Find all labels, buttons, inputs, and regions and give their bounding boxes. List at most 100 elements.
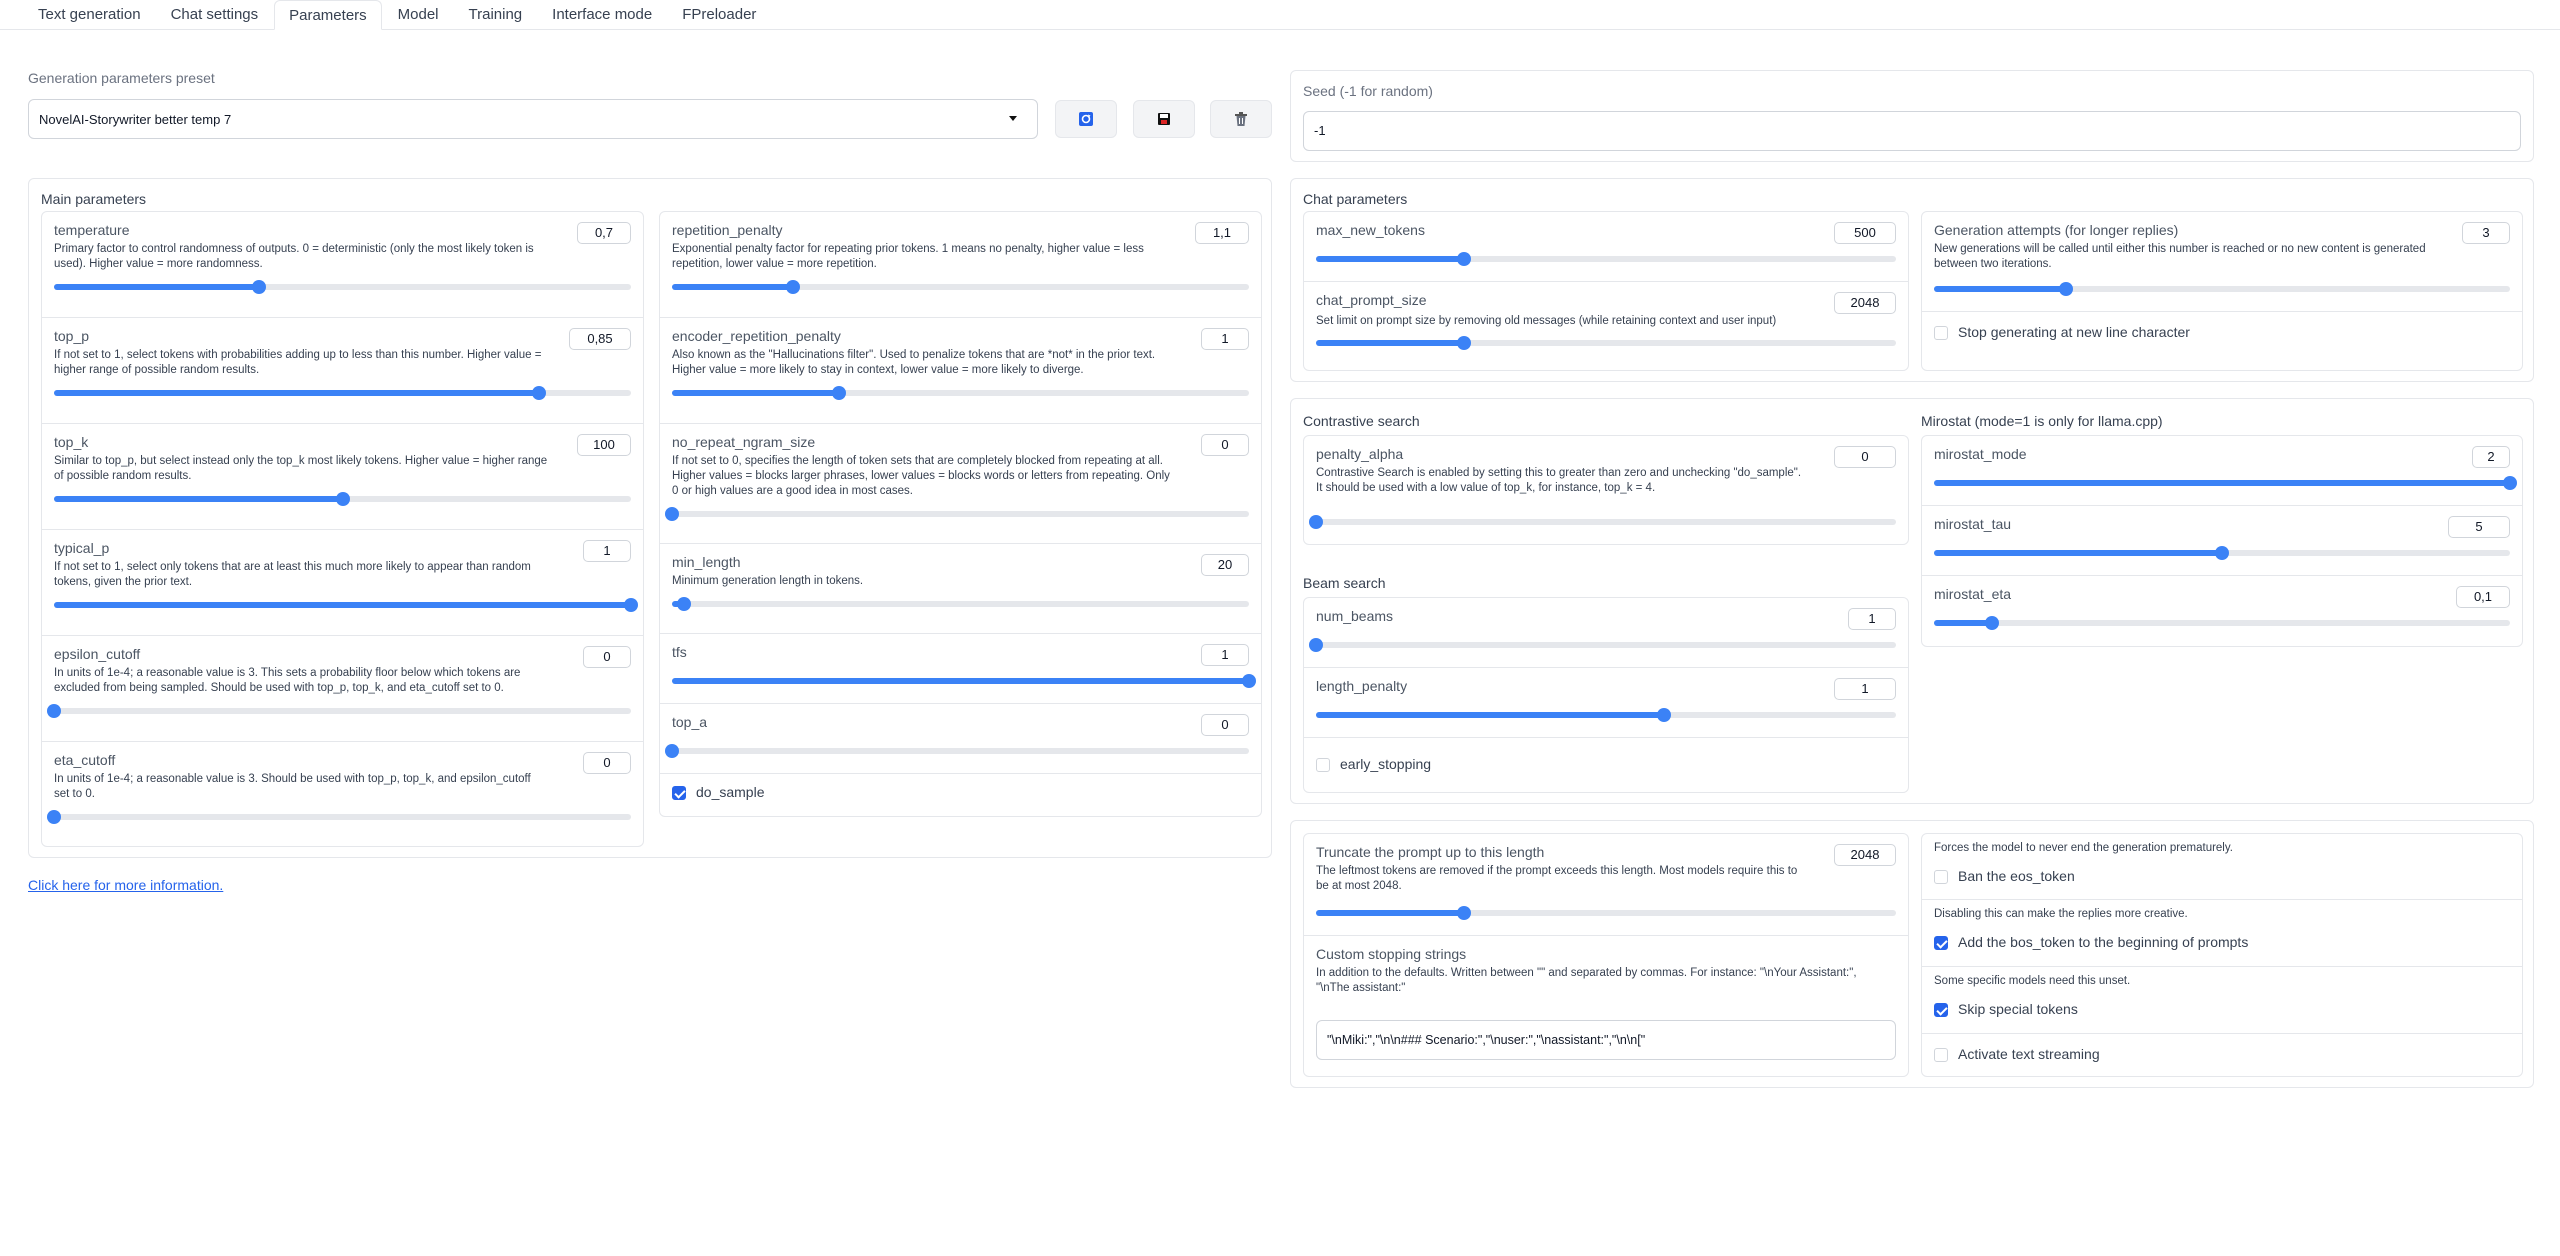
mirostat-eta-input[interactable]: 0,1 bbox=[2456, 586, 2510, 608]
repetition-penalty-row: repetition_penalty 1,1 Exponential penalty… bbox=[660, 212, 1261, 318]
chat-parameters-title: Chat parameters bbox=[1303, 191, 1408, 207]
no-repeat-ngram-size-slider[interactable] bbox=[665, 507, 1249, 521]
stopping-strings-input[interactable]: "\nMiki:","\n\n### Scenario:","\nuser:",… bbox=[1316, 1020, 1896, 1060]
temperature-slider[interactable] bbox=[54, 280, 631, 294]
mirostat-eta-slider[interactable] bbox=[1934, 616, 2510, 630]
eta-cutoff-row: eta_cutoff 0 In units of 1e-4; a reasonabl… bbox=[42, 742, 643, 848]
num-beams-slider[interactable] bbox=[1309, 638, 1896, 652]
length-penalty-input[interactable]: 1 bbox=[1834, 678, 1896, 700]
repetition-penalty-label: repetition_penalty bbox=[672, 222, 783, 238]
option-ban-the-eos-token-info: Forces the model to never end the genera… bbox=[1934, 842, 2233, 854]
encoder-repetition-penalty-input[interactable]: 1 bbox=[1201, 328, 1249, 350]
preset-dropdown[interactable]: NovelAI-Storywriter better temp 7 bbox=[28, 99, 1038, 139]
min-length-input[interactable]: 20 bbox=[1201, 554, 1249, 576]
typical-p-slider[interactable] bbox=[54, 598, 638, 612]
contrastive-box: penalty_alpha 0 Contrastive Search is en… bbox=[1303, 435, 1909, 545]
max-new-tokens-slider[interactable] bbox=[1316, 252, 1896, 266]
early-stopping-checkbox[interactable] bbox=[1316, 758, 1330, 772]
typical-p-input[interactable]: 1 bbox=[583, 540, 631, 562]
penalty-alpha-slider[interactable] bbox=[1309, 515, 1896, 529]
chat-prompt-size-label: chat_prompt_size bbox=[1316, 292, 1427, 308]
seed-input[interactable]: -1 bbox=[1303, 111, 2521, 151]
stopping-desc: In addition to the defaults. Written bet… bbox=[1316, 967, 1857, 994]
no-repeat-ngram-size-input[interactable]: 0 bbox=[1201, 434, 1249, 456]
max-new-tokens-row: max_new_tokens 500 bbox=[1304, 212, 1908, 282]
min-length-row: min_length 20 Minimum generation length in… bbox=[660, 544, 1261, 634]
repetition-penalty-desc: Exponential penalty factor for repeating… bbox=[672, 243, 1144, 270]
delete-button[interactable] bbox=[1210, 100, 1272, 138]
penalty-alpha-input[interactable]: 0 bbox=[1834, 446, 1896, 468]
save-button[interactable] bbox=[1133, 100, 1195, 138]
mirostat-tau-input[interactable]: 5 bbox=[2448, 516, 2510, 538]
activate-text-streaming-checkbox[interactable] bbox=[1934, 1048, 1948, 1062]
option-add-the-bos-token-to-the-beginning-of-prompts-info: Disabling this can make the replies more… bbox=[1934, 908, 2188, 920]
top-k-slider[interactable] bbox=[54, 492, 631, 506]
add-the-bos-token-to-the-beginning-of-prompts-checkbox[interactable] bbox=[1934, 936, 1948, 950]
top-p-row: top_p 0,85 If not set to 1, select tokens … bbox=[42, 318, 643, 424]
tab-interface-mode[interactable]: Interface mode bbox=[538, 0, 666, 29]
chat-prompt-size-slider[interactable] bbox=[1316, 336, 1896, 350]
eta-cutoff-label: eta_cutoff bbox=[54, 752, 116, 768]
tfs-slider[interactable] bbox=[672, 674, 1256, 688]
mirostat-tau-slider[interactable] bbox=[1934, 546, 2510, 560]
refresh-button[interactable] bbox=[1055, 100, 1117, 138]
max-new-tokens-input[interactable]: 500 bbox=[1834, 222, 1896, 244]
eta-cutoff-slider[interactable] bbox=[47, 810, 631, 824]
encoder-repetition-penalty-slider[interactable] bbox=[672, 386, 1249, 400]
num-beams-input[interactable]: 1 bbox=[1848, 608, 1896, 630]
top-k-input[interactable]: 100 bbox=[577, 434, 631, 456]
epsilon-cutoff-input[interactable]: 0 bbox=[583, 646, 631, 668]
truncate-input[interactable]: 2048 bbox=[1834, 844, 1896, 866]
temperature-desc: Primary factor to control randomness of … bbox=[54, 243, 534, 270]
repetition-penalty-slider[interactable] bbox=[672, 280, 1249, 294]
mirostat-box: mirostat_mode 2 mirostat_tau 5 mirostat_… bbox=[1921, 435, 2523, 647]
mirostat-mode-slider[interactable] bbox=[1934, 476, 2517, 490]
mirostat-mode-input[interactable]: 2 bbox=[2472, 446, 2510, 468]
chat-prompt-size-input[interactable]: 2048 bbox=[1834, 292, 1896, 314]
tab-fpreloader[interactable]: FPreloader bbox=[668, 0, 770, 29]
chat-params-right: Generation attempts (for longer replies)… bbox=[1921, 211, 2523, 371]
no-repeat-ngram-size-row: no_repeat_ngram_size 0 If not set to 0, sp… bbox=[660, 424, 1261, 544]
tab-training[interactable]: Training bbox=[455, 0, 537, 29]
top-p-input[interactable]: 0,85 bbox=[569, 328, 631, 350]
generation-attempts-input[interactable]: 3 bbox=[2462, 222, 2510, 244]
length-penalty-slider[interactable] bbox=[1316, 708, 1896, 722]
mirostat-eta-row: mirostat_eta 0,1 bbox=[1922, 576, 2522, 648]
beam-title: Beam search bbox=[1303, 575, 1386, 591]
generation-attempts-slider[interactable] bbox=[1934, 282, 2510, 296]
truncate-slider[interactable] bbox=[1316, 906, 1896, 920]
top-a-slider[interactable] bbox=[665, 744, 1249, 758]
stop-newline-label: Stop generating at new line character bbox=[1958, 324, 2190, 340]
min-length-slider[interactable] bbox=[672, 597, 1249, 611]
top-a-input[interactable]: 0 bbox=[1201, 714, 1249, 736]
eta-cutoff-input[interactable]: 0 bbox=[583, 752, 631, 774]
epsilon-cutoff-slider[interactable] bbox=[47, 704, 631, 718]
top-p-slider[interactable] bbox=[54, 386, 631, 400]
mirostat-tau-row: mirostat_tau 5 bbox=[1922, 506, 2522, 576]
main-params-left: temperature 0,7 Primary factor to control … bbox=[41, 211, 644, 847]
truncate-label: Truncate the prompt up to this length bbox=[1316, 844, 1545, 860]
tab-text-generation[interactable]: Text generation bbox=[24, 0, 155, 29]
skip-special-tokens-checkbox[interactable] bbox=[1934, 1003, 1948, 1017]
prompt-box: Truncate the prompt up to this length 20… bbox=[1303, 833, 1909, 1077]
typical-p-row: typical_p 1 If not set to 1, select only t… bbox=[42, 530, 643, 636]
preset-value: NovelAI-Storywriter better temp 7 bbox=[39, 112, 232, 127]
tab-model[interactable]: Model bbox=[384, 0, 453, 29]
sampling-panel: Contrastive search penalty_alpha 0 Contr… bbox=[1290, 398, 2534, 804]
do-sample-checkbox[interactable] bbox=[672, 786, 686, 800]
main-params-right: repetition_penalty 1,1 Exponential penalty… bbox=[659, 211, 1262, 817]
tab-parameters[interactable]: Parameters bbox=[274, 0, 382, 30]
top-p-label: top_p bbox=[54, 328, 90, 344]
temperature-input[interactable]: 0,7 bbox=[577, 222, 631, 244]
more-info-link[interactable]: Click here for more information. bbox=[28, 877, 223, 893]
ban-the-eos-token-checkbox[interactable] bbox=[1934, 870, 1948, 884]
top-k-row: top_k 100 Similar to top_p, but select ins… bbox=[42, 424, 643, 530]
no-repeat-ngram-size-desc: If not set to 0, specifies the length of… bbox=[672, 455, 1170, 497]
refresh-icon bbox=[1079, 112, 1093, 126]
stop-newline-checkbox[interactable] bbox=[1934, 326, 1948, 340]
tfs-input[interactable]: 1 bbox=[1201, 644, 1249, 666]
stopping-label: Custom stopping strings bbox=[1316, 946, 1467, 962]
repetition-penalty-input[interactable]: 1,1 bbox=[1195, 222, 1249, 244]
tab-chat-settings[interactable]: Chat settings bbox=[157, 0, 273, 29]
activate-text-streaming-label: Activate text streaming bbox=[1958, 1046, 2100, 1062]
